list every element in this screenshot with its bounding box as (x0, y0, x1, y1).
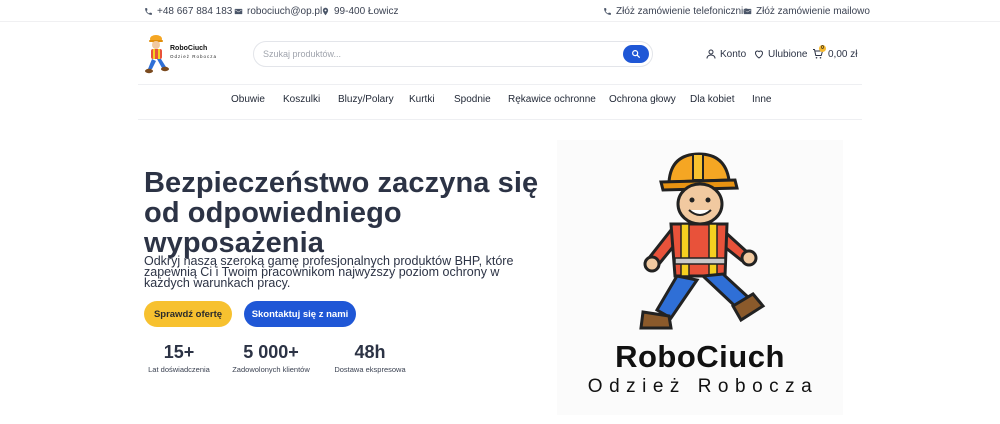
topbar-phone-text: +48 667 884 183 (157, 5, 233, 17)
cart-total: 0,00 zł (828, 48, 858, 60)
nav-item-dla-kobiet[interactable]: Dla kobiet (690, 94, 734, 105)
order-by-phone-label: Złóż zamówienie telefonicznie (616, 5, 749, 17)
hero-brand-name: RoboCiuch (615, 339, 785, 374)
nav-item-bluzy-polary[interactable]: Bluzy/Polary (338, 94, 394, 105)
nav-item-ochrona-glowy[interactable]: Ochrona głowy (609, 94, 676, 105)
site-logo[interactable]: RoboCiuch Odzież Robocza (144, 33, 224, 75)
topbar-address-text: 99-400 Łowicz (334, 5, 399, 17)
stat-delivery-label: Dostawa ekspresowa (334, 365, 406, 374)
phone-icon (604, 7, 611, 15)
contact-us-button[interactable]: Skontaktuj się z nami (244, 301, 356, 327)
topbar-email-text: robociuch@op.pl (247, 5, 323, 17)
topbar-address: 99-400 Łowicz (321, 4, 398, 18)
check-offer-button[interactable]: Sprawdź ofertę (144, 301, 232, 327)
stat-clients-label: Zadowolonych klientów (232, 365, 310, 374)
order-by-email-label: Złóż zamówienie mailowo (756, 5, 870, 17)
stat-years-value: 15+ (163, 342, 195, 362)
hero-mascot-image: RoboCiuch Odzież Robocza (557, 140, 843, 415)
nav-divider (138, 119, 862, 120)
favorites-link[interactable]: Ulubione (753, 46, 807, 62)
worker-mascot-icon (639, 152, 766, 330)
account-link[interactable]: Konto (705, 46, 746, 62)
stat-clients-value: 5 000+ (243, 342, 299, 362)
search-input[interactable] (254, 42, 614, 66)
topbar-email[interactable]: robociuch@op.pl (234, 4, 322, 18)
search-button[interactable] (623, 45, 649, 63)
favorites-label: Ulubione (768, 48, 808, 60)
mail-icon (743, 8, 752, 14)
stat-delivery-value: 48h (354, 342, 386, 362)
main-navigation: Obuwie Koszulki Bluzy/Polary Kurtki Spod… (0, 92, 1000, 110)
search-icon (632, 50, 640, 58)
order-by-email-link[interactable]: Złóż zamówienie mailowo (743, 4, 870, 18)
search-bar (253, 41, 653, 67)
header-divider (138, 84, 862, 85)
nav-item-inne[interactable]: Inne (752, 94, 771, 105)
order-by-phone-link[interactable]: Złóż zamówienie telefonicznie (603, 4, 749, 18)
heart-icon (755, 50, 763, 59)
hero-brand-tagline: Odzież Robocza (587, 376, 819, 397)
worker-mascot-logo-icon (145, 35, 169, 74)
topbar-phone[interactable]: +48 667 884 183 (144, 4, 232, 18)
location-pin-icon (322, 7, 329, 15)
mail-icon (234, 8, 243, 14)
hero-description: Odkryj naszą szeroką gamę profesjonalnyc… (144, 254, 514, 290)
top-bar: +48 667 884 183 robociuch@op.pl 99-400 Ł… (0, 0, 1000, 22)
hero-title: Bezpieczeństwo zaczyna się od odpowiedni… (144, 167, 539, 259)
logo-name: RoboCiuch (170, 45, 208, 52)
cart-count-badge: 0 (819, 45, 826, 52)
nav-item-koszulki[interactable]: Koszulki (283, 94, 320, 105)
stat-years-label: Lat doświadczenia (148, 365, 210, 374)
nav-item-rekawice-ochronne[interactable]: Rękawice ochronne (508, 94, 596, 105)
nav-item-spodnie[interactable]: Spodnie (454, 94, 491, 105)
nav-item-obuwie[interactable]: Obuwie (231, 94, 265, 105)
nav-item-kurtki[interactable]: Kurtki (409, 94, 435, 105)
user-icon (706, 49, 716, 59)
account-label: Konto (720, 48, 747, 60)
logo-tagline: Odzież Robocza (170, 54, 218, 59)
phone-icon (145, 7, 152, 15)
